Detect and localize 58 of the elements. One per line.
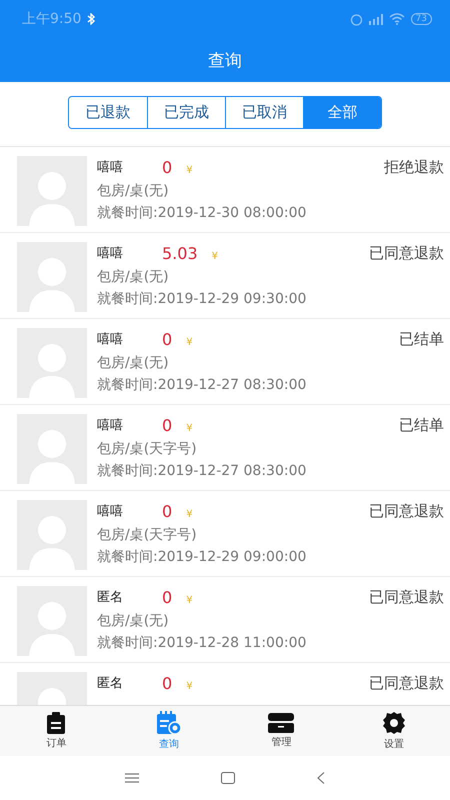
customer-name: 匿名 [97, 589, 124, 606]
status-time: 上午9:50 [22, 10, 82, 28]
currency-symbol: ¥ [186, 164, 193, 176]
order-amount: 0 [162, 330, 172, 348]
drawer-icon [268, 713, 294, 733]
dining-time: 就餐时间:2019-12-29 09:00:00 [97, 548, 308, 566]
order-status: 已同意退款 [369, 588, 444, 606]
currency-symbol: ¥ [186, 336, 193, 348]
order-status: 已结单 [399, 416, 444, 434]
room-table: 包房/桌(无) [97, 268, 444, 286]
order-amount: 5.03 [162, 244, 198, 262]
customer-name: 嘻嘻 [97, 159, 124, 176]
nav-tab[interactable]: 管理 [225, 706, 338, 756]
room-table: 包房/桌(天字号) [97, 440, 444, 458]
menu-icon[interactable] [125, 773, 139, 783]
currency-symbol: ¥ [186, 422, 193, 434]
calendar-search-icon [156, 711, 182, 735]
bluetooth-icon [87, 13, 96, 25]
dining-time: 就餐时间:2019-12-28 11:00:00 [97, 634, 308, 652]
home-icon[interactable] [221, 772, 235, 784]
clipboard-icon [46, 712, 66, 734]
wifi-icon [388, 13, 405, 25]
battery-level: 73 [410, 13, 432, 25]
order-status: 已同意退款 [369, 244, 444, 262]
order-amount: 0 [162, 158, 172, 176]
order-status: 已同意退款 [369, 674, 444, 692]
page-title: 查询 [207, 50, 243, 72]
nav-tab[interactable]: 订单 [0, 706, 112, 756]
customer-name: 嘻嘻 [97, 245, 124, 262]
signal-icon [368, 14, 383, 24]
currency-symbol: ¥ [186, 680, 193, 692]
alarm-icon [350, 12, 363, 26]
order-amount: 0 [162, 588, 172, 606]
order-amount: 0 [162, 674, 172, 692]
dining-time: 就餐时间:2019-12-30 08:00:00 [97, 204, 308, 222]
customer-name: 嘻嘻 [97, 503, 124, 520]
currency-symbol: ¥ [212, 250, 218, 262]
filter-tab[interactable]: 全部 [303, 97, 381, 128]
dining-time: 就餐时间:2019-12-27 08:30:00 [97, 462, 308, 480]
customer-name: 嘻嘻 [97, 417, 124, 434]
room-table: 包房/桌(无) [97, 612, 444, 630]
order-status: 已同意退款 [369, 502, 444, 520]
currency-symbol: ¥ [186, 594, 193, 606]
nav-tab[interactable]: 设置 [338, 706, 450, 756]
order-status: 已结单 [399, 330, 444, 348]
room-table: 包房/桌(天字号) [97, 526, 444, 544]
order-status: 拒绝退款 [384, 158, 444, 176]
room-table: 包房/桌(无) [97, 354, 444, 372]
customer-name: 嘻嘻 [97, 331, 124, 348]
back-icon[interactable] [317, 772, 325, 784]
customer-name: 匿名 [97, 675, 124, 692]
room-table: 包房/桌(无) [97, 182, 444, 200]
dining-time: 就餐时间:2019-12-29 09:30:00 [97, 290, 308, 308]
settings-icon [382, 711, 406, 735]
order-amount: 0 [162, 502, 172, 520]
dining-time: 就餐时间:2019-12-27 08:30:00 [97, 376, 308, 394]
currency-symbol: ¥ [186, 508, 193, 520]
order-amount: 0 [162, 416, 172, 434]
